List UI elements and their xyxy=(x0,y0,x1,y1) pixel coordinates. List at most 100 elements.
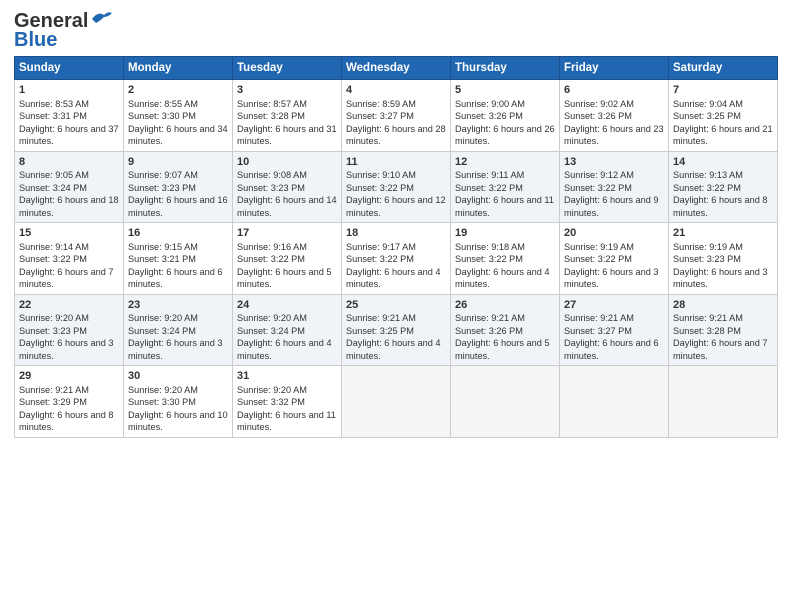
daylight-text: Daylight: 6 hours and 18 minutes. xyxy=(19,195,119,217)
header-cell-monday: Monday xyxy=(124,57,233,80)
daylight-text: Daylight: 6 hours and 3 minutes. xyxy=(564,267,659,289)
calendar-cell: 31Sunrise: 9:20 AMSunset: 3:32 PMDayligh… xyxy=(233,366,342,438)
sunset-text: Sunset: 3:29 PM xyxy=(19,397,87,407)
calendar-cell: 7Sunrise: 9:04 AMSunset: 3:25 PMDaylight… xyxy=(669,80,778,152)
sunrise-text: Sunrise: 9:07 AM xyxy=(128,170,198,180)
daylight-text: Daylight: 6 hours and 6 minutes. xyxy=(564,338,659,360)
sunrise-text: Sunrise: 9:20 AM xyxy=(128,313,198,323)
calendar-cell: 24Sunrise: 9:20 AM Sunset: 3:24 PM Dayligh… xyxy=(233,294,342,366)
week-row-2: 8Sunrise: 9:05 AMSunset: 3:24 PMDaylight… xyxy=(15,151,778,223)
calendar-cell: 8Sunrise: 9:05 AMSunset: 3:24 PMDaylight… xyxy=(15,151,124,223)
sunset-text: Sunset: 3:23 PM xyxy=(237,183,305,193)
daylight-text: Daylight: 6 hours and 11 minutes. xyxy=(455,195,554,217)
calendar-cell: 21Sunrise: 9:19 AMSunset: 3:23 PMDayligh… xyxy=(669,223,778,295)
daylight-text: Daylight: 6 hours and 8 minutes. xyxy=(673,195,768,217)
calendar-cell: 4Sunrise: 8:59 AMSunset: 3:27 PMDaylight… xyxy=(342,80,451,152)
daylight-text: Daylight: 6 hours and 3 minutes. xyxy=(673,267,768,289)
daylight-text: Daylight: 6 hours and 9 minutes. xyxy=(564,195,659,217)
daylight-text: Daylight: 6 hours and 4 minutes. xyxy=(237,338,332,360)
sunrise-text: Sunrise: 9:14 AM xyxy=(19,242,89,252)
calendar-cell: 15Sunrise: 9:14 AMSunset: 3:22 PMDayligh… xyxy=(15,223,124,295)
daylight-text: Daylight: 6 hours and 10 minutes. xyxy=(128,410,228,432)
day-number: 12 xyxy=(455,155,555,170)
calendar-body: 1Sunrise: 8:53 AMSunset: 3:31 PMDaylight… xyxy=(15,80,778,438)
header-cell-wednesday: Wednesday xyxy=(342,57,451,80)
sunset-text: Sunset: 3:26 PM xyxy=(455,326,523,336)
daylight-text: Daylight: 6 hours and 5 minutes. xyxy=(237,267,332,289)
day-number: 2 xyxy=(128,83,228,98)
daylight-text: Daylight: 6 hours and 21 minutes. xyxy=(673,124,773,146)
calendar-cell: 13Sunrise: 9:12 AMSunset: 3:22 PMDayligh… xyxy=(560,151,669,223)
sunrise-text: Sunrise: 9:17 AM xyxy=(346,242,416,252)
sunset-text: Sunset: 3:22 PM xyxy=(673,183,741,193)
sunrise-text: Sunrise: 9:21 AM xyxy=(19,385,89,395)
sunset-text: Sunset: 3:27 PM xyxy=(346,111,414,121)
header: General Blue xyxy=(14,10,778,52)
sunset-text: Sunset: 3:22 PM xyxy=(19,254,87,264)
calendar-cell: 2Sunrise: 8:55 AMSunset: 3:30 PMDaylight… xyxy=(124,80,233,152)
daylight-text: Daylight: 6 hours and 4 minutes. xyxy=(346,338,441,360)
calendar-cell: 19Sunrise: 9:18 AMSunset: 3:22 PMDayligh… xyxy=(451,223,560,295)
sunset-text: Sunset: 3:32 PM xyxy=(237,397,305,407)
calendar-cell: 20Sunrise: 9:19 AMSunset: 3:22 PMDayligh… xyxy=(560,223,669,295)
sunset-text: Sunset: 3:24 PM xyxy=(237,326,305,336)
day-number: 18 xyxy=(346,226,446,241)
daylight-text: Daylight: 6 hours and 12 minutes. xyxy=(346,195,446,217)
sunrise-text: Sunrise: 9:16 AM xyxy=(237,242,307,252)
sunrise-text: Sunrise: 9:20 AM xyxy=(237,313,307,323)
day-number: 6 xyxy=(564,83,664,98)
sunset-text: Sunset: 3:23 PM xyxy=(19,326,87,336)
header-cell-saturday: Saturday xyxy=(669,57,778,80)
day-number: 24 xyxy=(237,298,337,313)
daylight-text: Daylight: 6 hours and 7 minutes. xyxy=(19,267,114,289)
calendar-cell: 17Sunrise: 9:16 AMSunset: 3:22 PMDayligh… xyxy=(233,223,342,295)
day-number: 20 xyxy=(564,226,664,241)
calendar-cell xyxy=(560,366,669,438)
sunset-text: Sunset: 3:23 PM xyxy=(128,183,196,193)
daylight-text: Daylight: 6 hours and 3 minutes. xyxy=(128,338,223,360)
sunrise-text: Sunrise: 9:21 AM xyxy=(455,313,525,323)
sunrise-text: Sunrise: 9:20 AM xyxy=(128,385,198,395)
week-row-1: 1Sunrise: 8:53 AMSunset: 3:31 PMDaylight… xyxy=(15,80,778,152)
header-cell-tuesday: Tuesday xyxy=(233,57,342,80)
sunrise-text: Sunrise: 9:21 AM xyxy=(346,313,416,323)
sunrise-text: Sunrise: 9:08 AM xyxy=(237,170,307,180)
sunset-text: Sunset: 3:27 PM xyxy=(564,326,632,336)
day-number: 27 xyxy=(564,298,664,313)
page: General Blue SundayMondayTuesdayWednesda… xyxy=(0,0,792,612)
sunset-text: Sunset: 3:25 PM xyxy=(673,111,741,121)
calendar-cell: 1Sunrise: 8:53 AMSunset: 3:31 PMDaylight… xyxy=(15,80,124,152)
calendar-cell: 27Sunrise: 9:21 AMSunset: 3:27 PMDayligh… xyxy=(560,294,669,366)
daylight-text: Daylight: 6 hours and 34 minutes. xyxy=(128,124,228,146)
sunrise-text: Sunrise: 9:11 AM xyxy=(455,170,524,180)
week-row-5: 29Sunrise: 9:21 AMSunset: 3:29 PMDayligh… xyxy=(15,366,778,438)
day-number: 17 xyxy=(237,226,337,241)
daylight-text: Daylight: 6 hours and 4 minutes. xyxy=(346,267,441,289)
sunrise-text: Sunrise: 9:15 AM xyxy=(128,242,198,252)
daylight-text: Daylight: 6 hours and 26 minutes. xyxy=(455,124,555,146)
sunset-text: Sunset: 3:30 PM xyxy=(128,397,196,407)
sunrise-text: Sunrise: 9:05 AM xyxy=(19,170,89,180)
calendar-cell: 28Sunrise: 9:21 AMSunset: 3:28 PMDayligh… xyxy=(669,294,778,366)
daylight-text: Daylight: 6 hours and 4 minutes. xyxy=(455,267,550,289)
day-number: 31 xyxy=(237,369,337,384)
day-number: 19 xyxy=(455,226,555,241)
daylight-text: Daylight: 6 hours and 8 minutes. xyxy=(19,410,114,432)
calendar-cell: 14Sunrise: 9:13 AM Sunset: 3:22 PM Dayligh… xyxy=(669,151,778,223)
calendar-cell xyxy=(669,366,778,438)
sunrise-text: Sunrise: 9:12 AM xyxy=(564,170,634,180)
sunrise-text: Sunrise: 9:13 AM xyxy=(673,170,743,180)
calendar-cell: 26Sunrise: 9:21 AMSunset: 3:26 PMDayligh… xyxy=(451,294,560,366)
calendar-cell: 3Sunrise: 8:57 AMSunset: 3:28 PMDaylight… xyxy=(233,80,342,152)
sunrise-text: Sunrise: 9:19 AM xyxy=(673,242,743,252)
day-number: 14 xyxy=(673,155,773,170)
sunrise-text: Sunrise: 8:55 AM xyxy=(128,99,198,109)
day-number: 16 xyxy=(128,226,228,241)
day-number: 7 xyxy=(673,83,773,98)
day-number: 9 xyxy=(128,155,228,170)
daylight-text: Daylight: 6 hours and 5 minutes. xyxy=(455,338,550,360)
logo-blue: Blue xyxy=(14,29,57,52)
sunset-text: Sunset: 3:26 PM xyxy=(564,111,632,121)
calendar-cell: 29Sunrise: 9:21 AMSunset: 3:29 PMDayligh… xyxy=(15,366,124,438)
calendar-cell: 25Sunrise: 9:21 AMSunset: 3:25 PMDayligh… xyxy=(342,294,451,366)
